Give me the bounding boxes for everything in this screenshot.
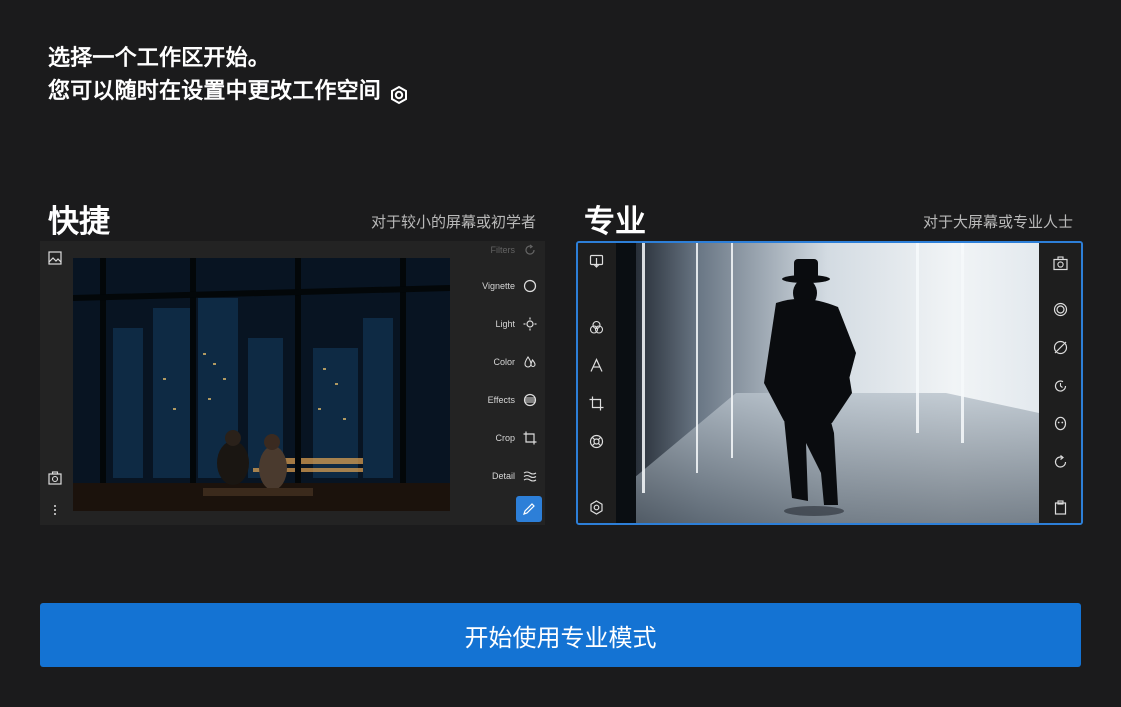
pro-preview-photo bbox=[616, 243, 1039, 523]
crop-icon[interactable] bbox=[589, 396, 604, 411]
control-detail[interactable]: Detail bbox=[492, 469, 537, 483]
pro-subtitle: 对于大屏幕或专业人士 bbox=[922, 213, 1073, 231]
control-vignette[interactable]: Vignette bbox=[482, 279, 537, 293]
more-vertical-icon[interactable] bbox=[48, 503, 62, 517]
control-label: Light bbox=[495, 319, 515, 329]
edit-button[interactable] bbox=[516, 496, 542, 522]
control-color[interactable]: Color bbox=[493, 355, 537, 369]
spiral-icon[interactable] bbox=[1053, 302, 1068, 317]
waves-icon bbox=[523, 471, 537, 482]
quick-preview-photo bbox=[73, 258, 450, 511]
history-icon[interactable] bbox=[1053, 378, 1068, 393]
control-light[interactable]: Light bbox=[495, 317, 537, 331]
color-circles-icon[interactable] bbox=[589, 320, 604, 335]
control-label: Crop bbox=[495, 433, 515, 443]
intro-line-1: 选择一个工作区开始。 bbox=[48, 46, 271, 71]
camera-icon[interactable] bbox=[48, 471, 62, 485]
vignette-icon bbox=[523, 279, 537, 293]
face-icon[interactable] bbox=[1053, 416, 1068, 431]
text-icon[interactable] bbox=[589, 358, 604, 373]
pro-title: 专业 bbox=[584, 204, 646, 240]
quick-title: 快捷 bbox=[48, 204, 110, 240]
rotate-icon[interactable] bbox=[1053, 454, 1068, 469]
control-label: Color bbox=[493, 357, 515, 367]
crop-icon bbox=[523, 431, 537, 445]
lifebuoy-icon[interactable] bbox=[589, 434, 604, 449]
quick-workspace-card[interactable]: Filters Vignette Light Color Effects Cro… bbox=[40, 241, 545, 525]
clipboard-icon[interactable] bbox=[1053, 500, 1068, 515]
control-filters[interactable]: Filters bbox=[491, 243, 538, 257]
control-crop[interactable]: Crop bbox=[495, 431, 537, 445]
import-icon[interactable] bbox=[589, 254, 604, 269]
rotate-icon bbox=[525, 244, 535, 255]
sun-icon bbox=[523, 317, 537, 331]
pro-workspace-card[interactable] bbox=[576, 241, 1083, 525]
pro-right-toolbar bbox=[1039, 243, 1081, 523]
image-icon bbox=[48, 251, 62, 265]
camera-icon[interactable] bbox=[1053, 256, 1068, 271]
gear-icon[interactable] bbox=[389, 82, 409, 104]
intro-line-2: 您可以随时在设置中更改工作空间 bbox=[48, 75, 409, 108]
start-pro-mode-button[interactable]: 开始使用专业模式 bbox=[40, 603, 1081, 667]
pencil-icon bbox=[523, 503, 535, 515]
effects-icon bbox=[523, 393, 537, 407]
intro-line-2-text: 您可以随时在设置中更改工作空间 bbox=[48, 79, 382, 104]
pro-left-toolbar bbox=[578, 243, 616, 523]
control-label: Effects bbox=[487, 395, 515, 405]
control-effects[interactable]: Effects bbox=[488, 393, 537, 407]
control-label: Detail bbox=[491, 471, 515, 481]
control-label: Filters bbox=[490, 245, 516, 255]
drops-icon bbox=[524, 356, 536, 368]
control-label: Vignette bbox=[482, 281, 515, 291]
settings-icon[interactable] bbox=[589, 500, 604, 515]
intro-text: 选择一个工作区开始。 您可以随时在设置中更改工作空间 bbox=[48, 42, 409, 108]
quick-subtitle: 对于较小的屏幕或初学者 bbox=[370, 213, 536, 231]
no-filter-icon[interactable] bbox=[1053, 340, 1068, 355]
